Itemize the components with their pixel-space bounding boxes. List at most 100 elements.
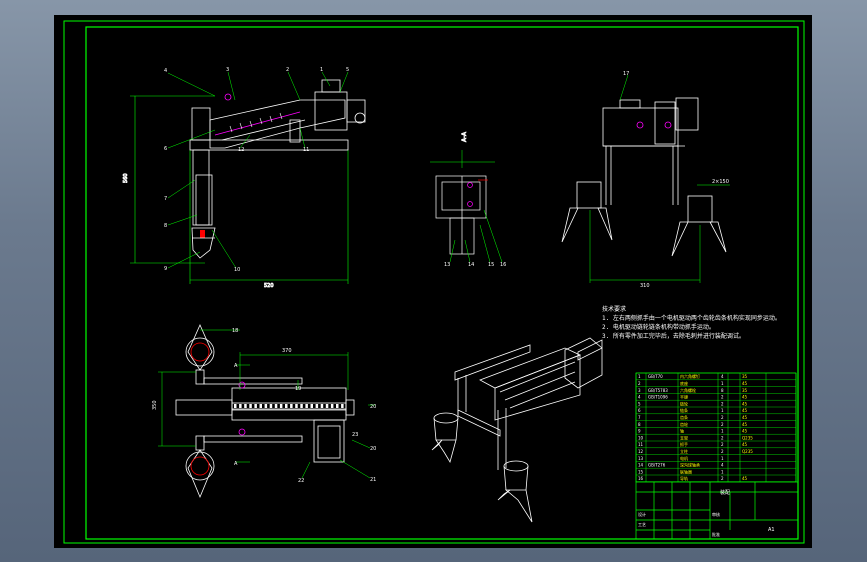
title-label: 设计: [638, 511, 646, 517]
balloon: 18: [232, 328, 238, 334]
balloon: 10: [234, 267, 240, 273]
parts-list-cell: GB/T276: [648, 463, 666, 468]
parts-list-cell: 电机: [680, 455, 688, 461]
rack-tooth: [330, 404, 334, 408]
rack-tooth: [279, 404, 283, 408]
rack-tooth: [285, 404, 288, 408]
dim-top-width: 350: [152, 400, 158, 410]
rack-tooth: [341, 404, 344, 408]
parts-list-cell: 11: [638, 442, 644, 447]
rack-tooth: [305, 404, 308, 408]
title-label: 工艺: [638, 522, 646, 527]
dim-top-span: 370: [282, 348, 292, 354]
balloon: 12: [238, 147, 244, 153]
dim-front-width: 520: [264, 283, 274, 289]
balloon: 21: [370, 477, 376, 483]
tech-req-title: 技术要求: [602, 305, 626, 313]
balloon: 16: [500, 262, 506, 268]
dim-top-small: 20: [370, 404, 376, 410]
sheet-size: A1: [768, 527, 775, 533]
section-marker: A: [234, 461, 238, 467]
balloon: 17: [623, 71, 629, 77]
parts-list-cell: 轴: [680, 428, 684, 434]
parts-list-cell: 深沟球轴承: [680, 462, 700, 468]
parts-list-cell: 六角螺栓: [680, 387, 696, 393]
parts-list-cell: 支架: [680, 434, 688, 440]
parts-list-cell: 16: [638, 476, 644, 481]
rack-tooth: [234, 404, 237, 408]
cad-drawing-sheet: 560 520 4 3 2 1 5 6 7 8 9 10 11 12 A-A 1…: [54, 15, 812, 548]
title-block-name: 装配: [720, 489, 730, 496]
rack-tooth: [274, 404, 278, 408]
balloon: 15: [488, 262, 494, 268]
balloon: 8: [164, 223, 167, 229]
parts-list-cell: 齿轮: [680, 421, 688, 427]
balloon: 14: [468, 262, 474, 268]
parts-list-cell: 35: [742, 388, 748, 393]
title-label: 批准: [712, 531, 720, 537]
parts-list-cell: 导轨: [680, 475, 688, 481]
tech-req-line: 2. 电机驱动链轮链条机构带动抓手运动。: [602, 323, 715, 331]
parts-list-cell: 45: [742, 422, 748, 427]
rack-tooth: [320, 404, 324, 408]
dim-side-offset: 2×150: [712, 179, 729, 185]
parts-list-cell: 齿条: [680, 414, 688, 420]
rack-tooth: [259, 404, 262, 408]
rack-tooth: [244, 404, 247, 408]
rack-tooth: [295, 404, 298, 408]
balloon: 1: [320, 67, 323, 73]
parts-list-cell: GB/T5783: [648, 388, 668, 393]
cad-viewport[interactable]: 560 520 4 3 2 1 5 6 7 8 9 10 11 12 A-A 1…: [0, 0, 867, 562]
balloon: 5: [346, 67, 349, 73]
parts-list-cell: 35: [742, 374, 748, 379]
rack-tooth: [315, 404, 319, 408]
parts-list-cell: 45: [742, 408, 748, 413]
balloon: 22: [298, 478, 304, 484]
parts-list-cell: 12: [638, 449, 644, 454]
balloon: 2: [286, 67, 289, 73]
balloon: 3: [226, 67, 229, 73]
title-label: 审核: [712, 511, 720, 517]
rack-tooth: [325, 404, 329, 408]
rack-tooth: [239, 404, 242, 408]
parts-list-cell: 平键: [680, 394, 688, 400]
rack-tooth: [254, 404, 257, 408]
parts-list-cell: 45: [742, 395, 748, 400]
parts-list-cell: 45: [742, 401, 748, 406]
rack-tooth: [269, 404, 273, 408]
balloon: 7: [164, 196, 167, 202]
parts-list-cell: Q235: [742, 435, 753, 440]
parts-list-cell: GB/T1096: [648, 395, 668, 400]
balloon: 19: [295, 386, 301, 392]
parts-list-cell: 联轴器: [680, 468, 692, 474]
rack-tooth: [300, 404, 303, 408]
parts-list-cell: 内六角螺钉: [680, 373, 700, 379]
balloon: 23: [352, 432, 358, 438]
balloon: 11: [303, 147, 309, 153]
dim-front-height: 560: [123, 173, 129, 183]
balloon: 20: [370, 446, 376, 452]
rack-tooth: [290, 404, 293, 408]
balloon: 13: [444, 262, 450, 268]
parts-list-cell: 45: [742, 381, 748, 386]
rack-tooth: [264, 404, 268, 408]
parts-list-cell: 45: [742, 429, 748, 434]
section-label: A-A: [461, 131, 468, 142]
parts-list-cell: 14: [638, 463, 644, 468]
parts-list-cell: 13: [638, 456, 644, 461]
rack-tooth: [310, 404, 313, 408]
parts-list-cell: 链条: [680, 407, 688, 413]
balloon: 9: [164, 266, 167, 272]
rack-tooth: [249, 404, 252, 408]
tech-req-line: 3. 所有零件加工完毕后，去除毛刺并进行装配调试。: [602, 332, 745, 340]
balloon: 4: [164, 68, 167, 74]
balloon: 6: [164, 146, 167, 152]
parts-list-cell: 45: [742, 442, 748, 447]
parts-list-cell: 45: [742, 476, 748, 481]
parts-list-cell: 15: [638, 469, 644, 474]
parts-list-cell: 链轮: [680, 400, 688, 406]
parts-list-cell: 立柱: [680, 448, 688, 454]
dim-side-width: 310: [640, 283, 650, 289]
section-marker: A: [234, 363, 238, 369]
parts-list-cell: GB/T70: [648, 374, 663, 379]
